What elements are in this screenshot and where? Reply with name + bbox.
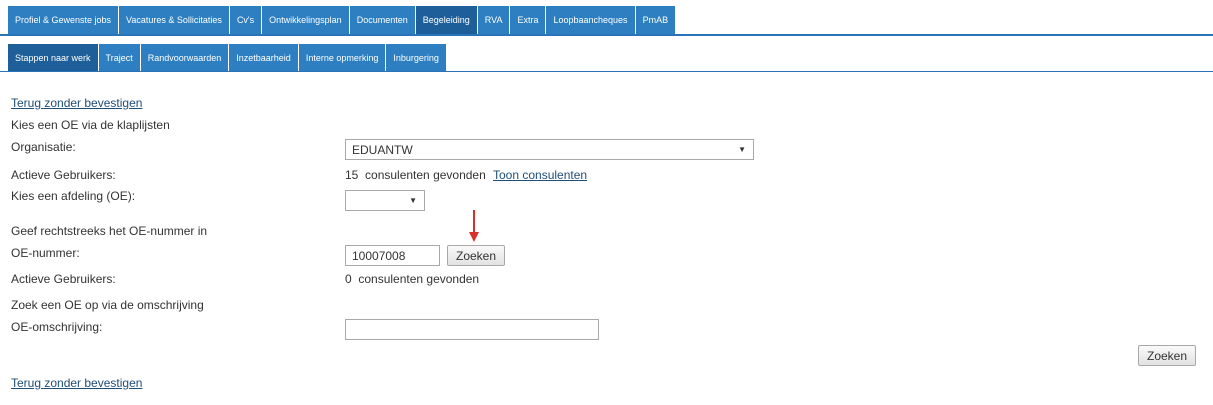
- toon-consulenten-link[interactable]: Toon consulenten: [493, 168, 587, 182]
- zoeken-oe-nummer-button[interactable]: Zoeken: [447, 245, 506, 266]
- subtab-traject[interactable]: Traject: [98, 44, 140, 71]
- section-heading-omschrijving: Zoek een OE op via de omschrijving: [11, 298, 204, 312]
- tab-profiel-gewenste-jobs[interactable]: Profiel & Gewenste jobs: [8, 6, 119, 34]
- tab-loopbaancheques[interactable]: Loopbaancheques: [546, 6, 635, 34]
- organisatie-select[interactable]: EDUANTW ▼: [345, 139, 754, 160]
- subtab-inzetbaarheid[interactable]: Inzetbaarheid: [229, 44, 298, 71]
- tab-rva[interactable]: RVA: [477, 6, 510, 34]
- annotation-arrow-icon: [469, 210, 479, 242]
- tab-vacatures-sollicitaties[interactable]: Vacatures & Sollicitaties: [119, 6, 229, 34]
- section-heading-oe-nummer: Geef rechtstreeks het OE-nummer in: [11, 224, 208, 238]
- consulenten-count-1: 15 consulenten gevonden: [345, 168, 486, 182]
- main-tab-bar: Profiel & Gewenste jobs Vacatures & Solli…: [0, 6, 1213, 36]
- section-heading-dropdowns: Kies een OE via de klaplijsten: [11, 118, 170, 132]
- oe-omschrijving-label: OE-omschrijving:: [11, 320, 103, 334]
- tab-pmab[interactable]: PmAB: [635, 6, 676, 34]
- oe-nummer-label: OE-nummer:: [11, 246, 80, 260]
- actieve-gebruikers-label-1: Actieve Gebruikers:: [11, 168, 116, 182]
- oe-omschrijving-input[interactable]: [345, 319, 599, 340]
- zoeken-omschrijving-button[interactable]: Zoeken: [1138, 345, 1197, 366]
- tab-ontwikkelingsplan[interactable]: Ontwikkelingsplan: [262, 6, 349, 34]
- tab-extra[interactable]: Extra: [510, 6, 546, 34]
- dropdown-arrow-icon: ▼: [738, 145, 746, 154]
- subtab-stappen-naar-werk[interactable]: Stappen naar werk: [8, 44, 98, 71]
- subtab-randvoorwaarden[interactable]: Randvoorwaarden: [140, 44, 229, 71]
- organisatie-selected-value: EDUANTW: [352, 143, 413, 157]
- tab-documenten[interactable]: Documenten: [349, 6, 415, 34]
- back-link-bottom[interactable]: Terug zonder bevestigen: [11, 376, 142, 390]
- sub-tab-bar: Stappen naar werk Traject Randvoorwaarden I…: [0, 44, 1213, 72]
- tab-cv-s[interactable]: Cv's: [229, 6, 262, 34]
- dropdown-arrow-icon: ▼: [409, 196, 417, 205]
- afdeling-select[interactable]: ▼: [345, 190, 425, 211]
- back-link-top[interactable]: Terug zonder bevestigen: [11, 96, 142, 110]
- subtab-interne-opmerking[interactable]: Interne opmerking: [298, 44, 386, 71]
- afdeling-label: Kies een afdeling (OE):: [11, 189, 136, 203]
- subtab-inburgering[interactable]: Inburgering: [386, 44, 446, 71]
- actieve-gebruikers-label-2: Actieve Gebruikers:: [11, 272, 116, 286]
- organisatie-label: Organisatie:: [11, 140, 76, 154]
- tab-begeleiding[interactable]: Begeleiding: [415, 6, 477, 34]
- consulenten-count-2: 0 consulenten gevonden: [345, 272, 480, 286]
- oe-nummer-input[interactable]: [345, 245, 440, 266]
